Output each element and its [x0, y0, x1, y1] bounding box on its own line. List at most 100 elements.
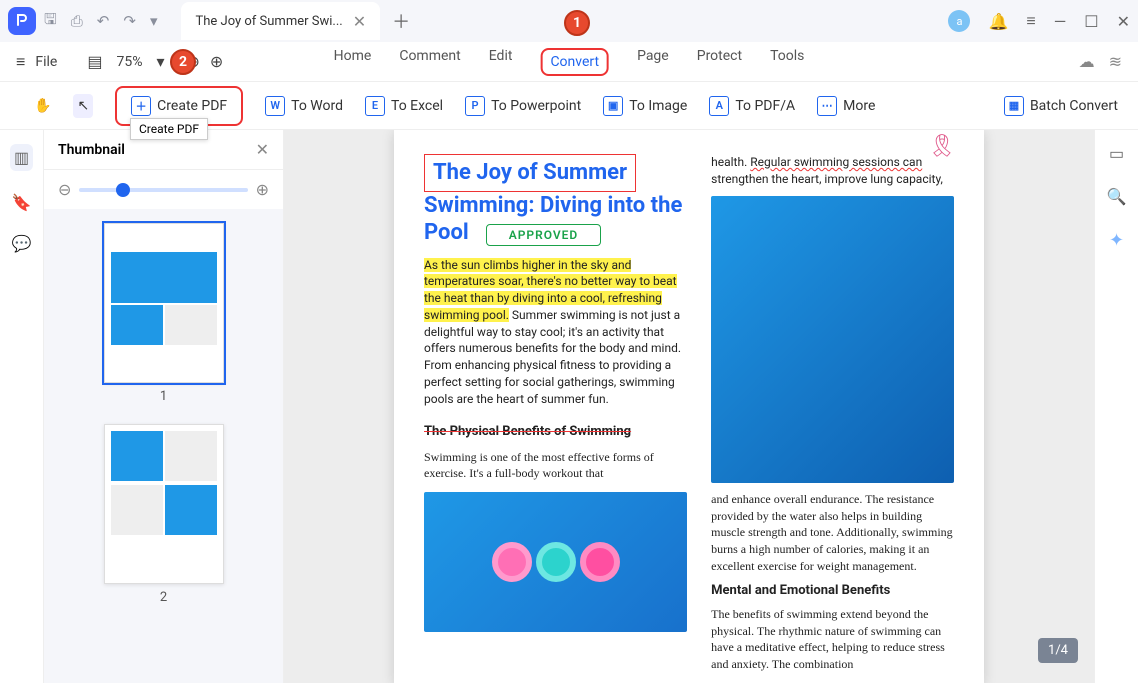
to-word-label: To Word	[291, 98, 343, 114]
right-sidebar: ▭ 🔍 ✦	[1094, 130, 1138, 683]
save-icon[interactable]: 🖫	[44, 9, 57, 34]
section-mental-heading: Mental and Emotional Benefits	[711, 583, 954, 598]
thumbnail-panel: Thumbnail ✕ ⊖ ⊕ 1 2	[44, 130, 284, 683]
create-pdf-label: Create PDF	[157, 98, 227, 114]
redo-icon[interactable]: ↷	[123, 12, 136, 30]
close-panel-icon[interactable]: ✕	[256, 140, 269, 159]
word-icon: W	[265, 96, 285, 116]
image-icon: ▣	[603, 96, 623, 116]
section-mental-body: The benefits of swimming extend beyond t…	[711, 606, 954, 673]
callout-2: 2	[170, 49, 196, 75]
to-excel-label: To Excel	[391, 98, 443, 114]
batch-icon: ▦	[1004, 96, 1024, 116]
batch-label: Batch Convert	[1030, 98, 1118, 114]
ppt-icon: P	[465, 96, 485, 116]
app-logo	[8, 7, 36, 35]
page-preview: 🎗 The Joy of Summer Swimming: Diving int…	[394, 130, 984, 683]
zoom-level[interactable]: 75%	[116, 54, 142, 70]
pool-floats-image	[424, 492, 687, 632]
to-ppt-label: To Powerpoint	[491, 98, 581, 114]
more-icon: ⋯	[817, 96, 837, 116]
print-icon[interactable]: ⎙	[71, 12, 83, 30]
callout-1: 1	[564, 10, 590, 36]
intro-rest: Summer swimming is not just a delightful…	[424, 308, 681, 406]
page-indicator[interactable]: 1/4	[1038, 638, 1078, 663]
thumb-1-label: 1	[160, 389, 167, 404]
select-tool-icon[interactable]: ↖	[73, 94, 93, 118]
right-p1a: health.	[711, 155, 750, 169]
content: ▥ 🔖 💬 Thumbnail ✕ ⊖ ⊕ 1 2 🎗	[0, 130, 1138, 683]
new-tab-button[interactable]: ＋	[392, 8, 410, 34]
thumbnail-list[interactable]: 1 2	[44, 209, 283, 683]
menu-icon[interactable]: ≡	[1026, 11, 1035, 31]
search-icon[interactable]: 🔍	[1107, 187, 1127, 206]
main-menu: Home Comment Edit Convert Page Protect T…	[334, 48, 805, 76]
thumb-zoom-in-icon[interactable]: ⊕	[256, 180, 269, 199]
right-p1c: strengthen the heart, improve lung capac…	[711, 172, 943, 186]
menu-protect[interactable]: Protect	[697, 48, 742, 76]
thumbnail-zoom: ⊖ ⊕	[44, 170, 283, 209]
excel-icon: E	[365, 96, 385, 116]
intro-paragraph: As the sun climbs higher in the sky and …	[424, 257, 687, 408]
overflow-icon[interactable]: ≋	[1109, 52, 1122, 71]
document-tab[interactable]: The Joy of Summer Swi... ✕	[181, 2, 380, 40]
zoom-in-icon[interactable]: ⊕	[210, 52, 223, 71]
left-sidebar: ▥ 🔖 💬	[0, 130, 44, 683]
right-p1b: Regular swimming sessions can	[750, 155, 922, 169]
hand-tool-icon[interactable]: ✋	[34, 98, 51, 114]
zoom-dropdown-icon[interactable]: ▾	[156, 52, 164, 71]
bookmark-tab-icon[interactable]: 🔖	[12, 193, 32, 212]
comments-tab-icon[interactable]: 💬	[12, 234, 32, 253]
menu-edit[interactable]: Edit	[489, 48, 513, 76]
doc-left-column: The Joy of Summer Swimming: Diving into …	[424, 154, 687, 673]
batch-convert-button[interactable]: ▦ Batch Convert	[1004, 96, 1118, 116]
right-p1: health. Regular swimming sessions can st…	[711, 154, 954, 188]
thumbnails-tab-icon[interactable]: ▥	[10, 144, 33, 171]
file-menu[interactable]: File	[35, 54, 57, 70]
pdfa-icon: A	[709, 96, 729, 116]
menu-comment[interactable]: Comment	[399, 48, 460, 76]
thumbnail-page-1[interactable]: 1	[84, 223, 244, 404]
page-fit-icon[interactable]: ▤	[87, 52, 102, 71]
to-word-button[interactable]: W To Word	[265, 96, 343, 116]
create-pdf-icon: ＋	[131, 96, 151, 116]
bell-icon[interactable]: 🔔	[988, 12, 1008, 31]
maximize-icon[interactable]: ☐	[1084, 12, 1098, 31]
doc-title-line1: The Joy of Summer	[424, 154, 636, 192]
minimize-icon[interactable]: —	[1054, 12, 1067, 31]
to-pdfa-button[interactable]: ATo PDF/A	[709, 96, 795, 116]
thumb-zoom-slider[interactable]	[79, 188, 247, 192]
preview-area[interactable]: 🎗 The Joy of Summer Swimming: Diving int…	[284, 130, 1094, 683]
section-physical-body: Swimming is one of the most effective fo…	[424, 449, 687, 483]
swimmer-image	[711, 196, 954, 483]
ribbon-icon: 🎗	[928, 134, 956, 159]
thumb-2-label: 2	[160, 590, 167, 605]
properties-icon[interactable]: ▭	[1109, 144, 1124, 163]
menu-convert[interactable]: Convert	[540, 48, 609, 76]
thumbnail-page-2[interactable]: 2	[84, 424, 244, 605]
ai-icon[interactable]: ✦	[1109, 230, 1124, 251]
doc-right-column: health. Regular swimming sessions can st…	[711, 154, 954, 673]
to-image-label: To Image	[629, 98, 687, 114]
cloud-icon[interactable]: ☁	[1079, 52, 1095, 71]
to-image-button[interactable]: ▣ To Image	[603, 96, 687, 116]
menu-right: ☁ ≋	[1079, 52, 1122, 71]
more-label: More	[843, 98, 875, 114]
tab-title: The Joy of Summer Swi...	[195, 14, 342, 29]
menu-tools[interactable]: Tools	[770, 48, 804, 76]
thumb-zoom-out-icon[interactable]: ⊖	[58, 180, 71, 199]
close-icon[interactable]: ✕	[353, 12, 366, 31]
hamburger-icon[interactable]: ≡	[16, 52, 25, 72]
section-physical-heading: The Physical Benefits of Swimming	[424, 424, 687, 439]
undo-icon[interactable]: ↶	[97, 12, 110, 30]
right-p2: and enhance overall endurance. The resis…	[711, 491, 954, 575]
avatar[interactable]: a	[948, 10, 970, 32]
menu-home[interactable]: Home	[334, 48, 372, 76]
close-window-icon[interactable]: ✕	[1117, 12, 1130, 31]
to-ppt-button[interactable]: P To Powerpoint	[465, 96, 581, 116]
menu-page[interactable]: Page	[637, 48, 669, 76]
dropdown-icon[interactable]: ▾	[150, 12, 158, 30]
window-controls: a 🔔 ≡ — ☐ ✕	[948, 10, 1130, 32]
to-excel-button[interactable]: E To Excel	[365, 96, 443, 116]
more-button[interactable]: ⋯ More	[817, 96, 875, 116]
